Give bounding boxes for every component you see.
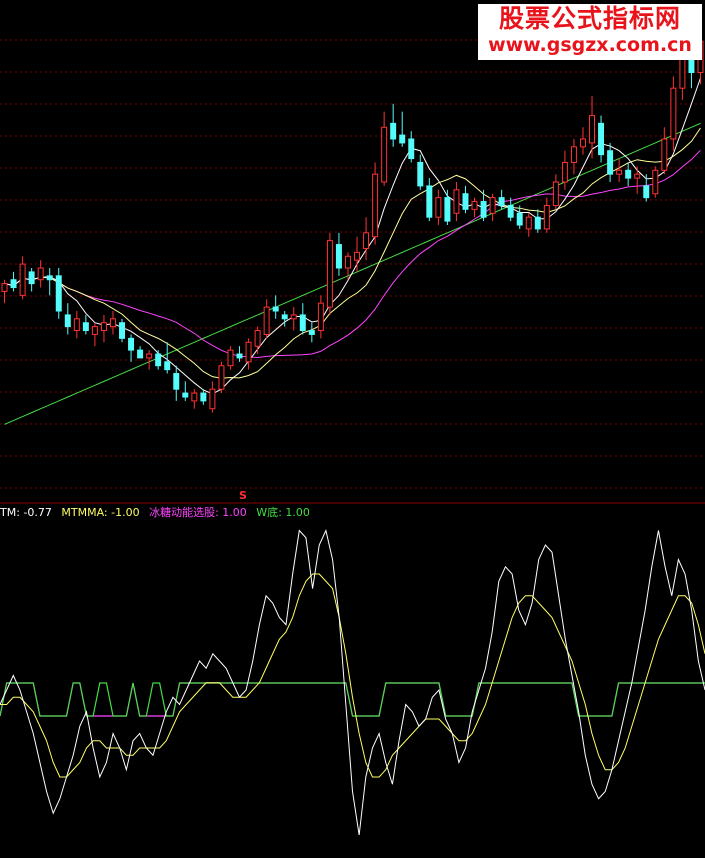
candle-up	[73, 318, 80, 332]
candle-up	[209, 388, 216, 410]
indicator-lines	[0, 528, 705, 836]
legend-mtmma-value: -1.00	[111, 506, 140, 519]
candle-down	[82, 322, 89, 332]
candle-down	[281, 314, 288, 320]
candle-down	[64, 314, 71, 328]
legend-tm-value: -0.77	[23, 506, 52, 519]
candle-down	[137, 349, 144, 359]
candle-down	[498, 197, 505, 206]
candle-up	[543, 204, 550, 230]
watermark-url: www.gsgzx.com.cn	[488, 34, 692, 56]
candle-up	[652, 169, 659, 195]
candle-up	[290, 314, 297, 320]
mtmma-line	[0, 573, 705, 778]
stock-chart	[0, 25, 705, 836]
candle-down	[119, 322, 126, 339]
candle-up	[227, 349, 234, 367]
watermark-title: 股票公式指标网	[498, 4, 681, 33]
candle-down	[607, 150, 614, 175]
candle-up	[489, 197, 496, 214]
candle-up	[471, 201, 478, 210]
candle-down	[182, 392, 189, 398]
legend-wdi-value: 1.00	[285, 506, 310, 519]
candlesticks	[1, 25, 704, 413]
candle-up	[100, 322, 107, 332]
ma60-line	[4, 122, 701, 425]
candle-down	[128, 337, 135, 351]
candle-down	[462, 193, 469, 210]
candle-up	[91, 326, 98, 335]
candle-down	[534, 216, 541, 230]
watermark-logo: 股票公式指标网 www.gsgzx.com.cn	[478, 4, 702, 60]
ma5-line	[4, 77, 701, 395]
candle-up	[453, 189, 460, 214]
candle-up	[245, 341, 252, 363]
candle-up	[525, 216, 532, 230]
candle-up	[561, 161, 568, 183]
candle-down	[507, 204, 514, 218]
candle-up	[37, 267, 44, 281]
candle-up	[435, 197, 442, 218]
candle-down	[390, 122, 397, 140]
candle-down	[408, 138, 415, 160]
price-grid	[0, 39, 705, 489]
ma10-line	[4, 127, 701, 379]
candle-down	[399, 134, 406, 144]
candle-down	[480, 201, 487, 218]
candle-down	[598, 122, 605, 156]
candle-down	[155, 353, 162, 367]
candle-down	[28, 271, 35, 285]
candle-down	[335, 244, 342, 269]
candle-up	[552, 181, 559, 206]
candle-down	[444, 197, 451, 222]
candle-up	[109, 318, 116, 328]
moving-averages	[4, 77, 701, 425]
candle-up	[344, 255, 351, 269]
candle-up	[579, 138, 586, 148]
sell-marker: S	[239, 489, 247, 502]
candle-down	[173, 373, 180, 390]
candle-up	[354, 251, 361, 261]
candle-up	[670, 87, 677, 140]
legend-tm-label: TM	[0, 506, 17, 519]
candle-up	[254, 330, 261, 347]
candle-up	[661, 138, 668, 171]
candle-up	[191, 392, 198, 402]
candle-down	[55, 275, 62, 312]
candle-up	[616, 169, 623, 175]
candle-up	[317, 302, 324, 332]
candle-down	[625, 169, 632, 179]
legend-mtmma-label: MTMMA	[61, 506, 104, 519]
candle-down	[643, 185, 650, 199]
candle-up	[146, 353, 153, 359]
candle-down	[516, 212, 523, 226]
candle-up	[372, 173, 379, 238]
candle-down	[299, 314, 306, 332]
candle-up	[589, 115, 596, 144]
candle-up	[1, 283, 8, 292]
indicator-legend: TM: -0.77 MTMMA: -1.00 冰糖动能选股: 1.00 W底: …	[0, 506, 310, 519]
candle-down	[426, 185, 433, 218]
candle-up	[326, 240, 333, 308]
candle-up	[570, 146, 577, 163]
candle-down	[236, 353, 243, 359]
candle-up	[218, 365, 225, 390]
candle-down	[10, 279, 17, 289]
candle-up	[263, 306, 270, 335]
candle-down	[417, 161, 424, 187]
candle-up	[363, 232, 370, 249]
candle-down	[308, 330, 315, 335]
candle-up	[381, 126, 388, 183]
candle-down	[46, 275, 53, 281]
candle-down	[200, 392, 207, 402]
candle-down	[272, 306, 279, 312]
legend-bingtang-value: 1.00	[222, 506, 247, 519]
legend-wdi-label: W底	[256, 506, 279, 519]
legend-bingtang-label: 冰糖动能选股	[149, 506, 216, 519]
candle-up	[19, 263, 26, 296]
candle-down	[164, 361, 171, 371]
candle-up	[634, 173, 641, 179]
